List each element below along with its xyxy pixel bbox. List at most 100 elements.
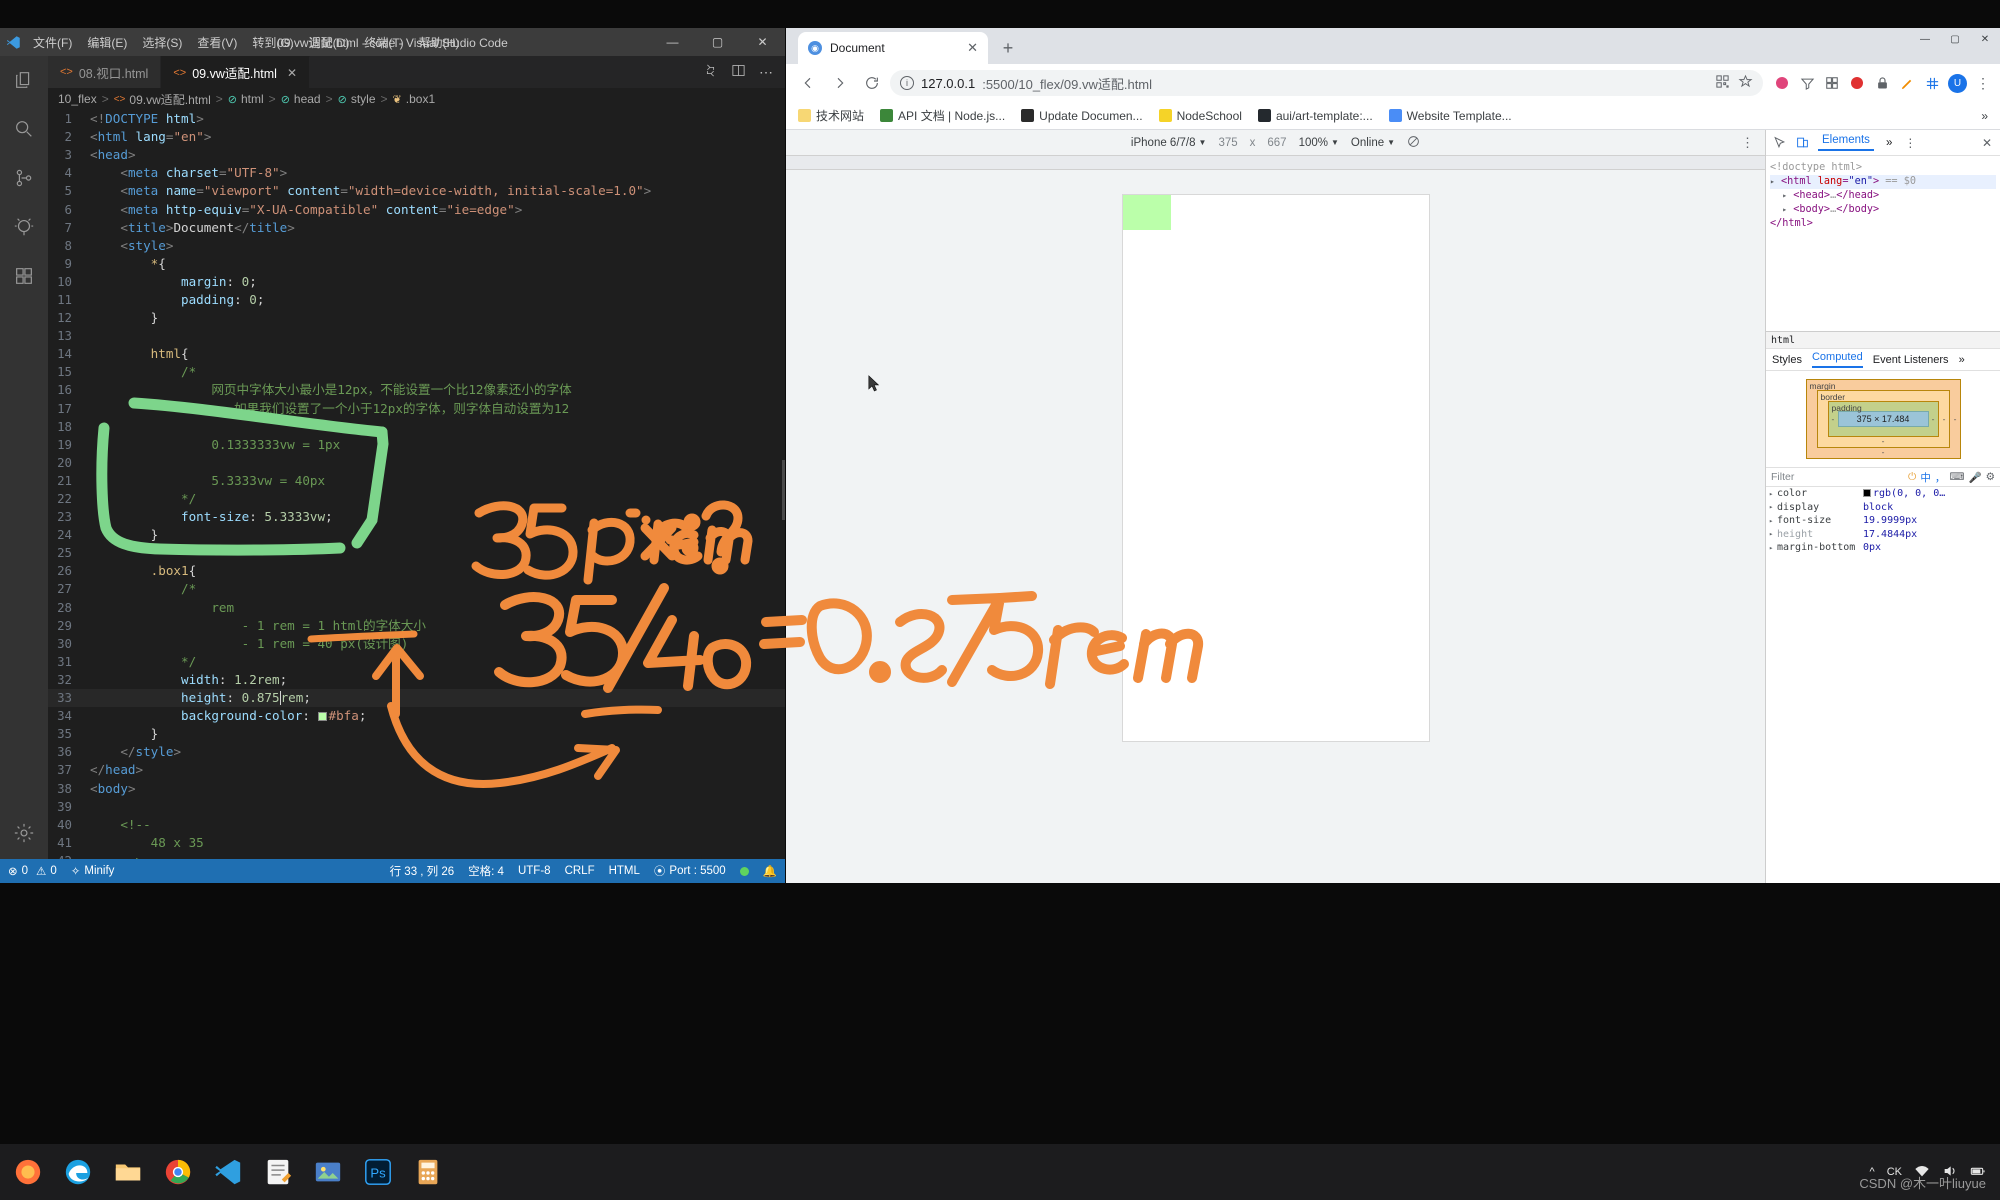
extension-filter-icon[interactable] xyxy=(1798,74,1816,92)
code-line[interactable]: 39 xyxy=(48,798,785,816)
bookmark-item[interactable]: aui/art-template:... xyxy=(1257,109,1373,123)
new-tab-button[interactable]: + xyxy=(994,34,1022,62)
editor-tab-09[interactable]: <> 09.vw适配.html ✕ xyxy=(161,56,310,88)
vscode-maximize-button[interactable]: ▢ xyxy=(695,28,740,56)
breadcrumb-style[interactable]: ⊘ style xyxy=(338,92,376,106)
menu-debug[interactable]: 调试(D) xyxy=(302,31,357,54)
device-toolbar[interactable]: iPhone 6/7/8 ▼ 375 x 667 100% ▼ Online ▼ xyxy=(786,130,1765,156)
site-info-icon[interactable]: i xyxy=(900,76,914,90)
editor-tab-actions[interactable]: ⋯ xyxy=(703,56,785,88)
dom-tree-node[interactable]: </html> xyxy=(1770,217,1996,231)
code-line[interactable]: 2 <html lang="en"> xyxy=(48,128,785,146)
code-line[interactable]: 25 xyxy=(48,544,785,562)
code-line[interactable]: 7 <title>Document</title> xyxy=(48,219,785,237)
extension-translate-icon[interactable] xyxy=(1773,74,1791,92)
live-server-port[interactable]: ⦿ Port : 5500 xyxy=(654,863,726,879)
code-line[interactable]: 15 /* xyxy=(48,363,785,381)
computed-styles-list[interactable]: ▸ color rgb(0, 0, 0… ▸ display block ▸ font-siz… xyxy=(1766,487,2000,883)
menu-selection[interactable]: 选择(S) xyxy=(135,31,189,54)
inspect-element-icon[interactable] xyxy=(1772,135,1787,150)
code-line[interactable]: 12 } xyxy=(48,309,785,327)
breadcrumb-head[interactable]: ⊘ head xyxy=(281,92,321,106)
taskbar-file-explorer-icon[interactable] xyxy=(106,1150,150,1194)
styles-more-tabs-icon[interactable]: » xyxy=(1959,354,1965,366)
code-line[interactable]: 30 - 1 rem = 40 px(设计图) xyxy=(48,635,785,653)
code-line[interactable]: 3 <head> xyxy=(48,146,785,164)
close-icon[interactable]: ✕ xyxy=(967,40,978,56)
devtools-close-icon[interactable]: ✕ xyxy=(1982,136,1994,150)
close-icon[interactable]: ✕ xyxy=(287,66,297,80)
code-line[interactable]: 42 --> xyxy=(48,852,785,859)
code-line[interactable]: 13 xyxy=(48,327,785,345)
throttle-selector[interactable]: Online ▼ xyxy=(1351,137,1395,149)
computed-property-row[interactable]: ▸ color rgb(0, 0, 0… xyxy=(1766,487,2000,501)
code-line[interactable]: 28 rem xyxy=(48,599,785,617)
filter-input[interactable]: Filter xyxy=(1771,471,1794,483)
code-lines-container[interactable]: 1 <!DOCTYPE html> 2 <html lang="en"> 3 <head>… xyxy=(48,110,785,859)
cursor-position[interactable]: 行 33 , 列 26 xyxy=(390,863,455,879)
devtools-more-tabs-icon[interactable]: » xyxy=(1882,137,1896,149)
back-button[interactable] xyxy=(794,69,822,97)
minify-button[interactable]: ✧ Minify xyxy=(71,864,115,878)
breadcrumb-box1[interactable]: ❦ .box1 xyxy=(393,92,436,106)
code-line[interactable]: 23 font-size: 5.3333vw; xyxy=(48,508,785,526)
bookmarks-bar[interactable]: 技术网站 API 文档 | Node.js... Update Documen...… xyxy=(786,102,2000,130)
zoom-selector[interactable]: 100% ▼ xyxy=(1299,137,1339,149)
breadcrumb-file[interactable]: <> 09.vw适配.html xyxy=(114,91,211,108)
indentation[interactable]: 空格: 4 xyxy=(468,863,504,879)
bookmark-item[interactable]: API 文档 | Node.js... xyxy=(880,107,1005,124)
code-line[interactable]: 4 <meta charset="UTF-8"> xyxy=(48,164,785,182)
computed-property-row[interactable]: ▸ height 17.4844px xyxy=(1766,528,2000,542)
encoding[interactable]: UTF-8 xyxy=(518,865,551,877)
code-line[interactable]: 21 5.3333vw = 40px xyxy=(48,472,785,490)
run-debug-icon[interactable] xyxy=(8,211,40,243)
code-line[interactable]: 18 xyxy=(48,418,785,436)
dom-tree-node[interactable]: ▸ <body>…</body> xyxy=(1770,203,1996,217)
code-line[interactable]: 20 xyxy=(48,454,785,472)
taskbar-vscode-icon[interactable] xyxy=(206,1150,250,1194)
problems-indicator[interactable]: ⊗ 0 ⚠ 0 xyxy=(8,864,57,878)
reload-button[interactable] xyxy=(858,69,886,97)
code-line[interactable]: 19 0.1333333vw = 1px xyxy=(48,436,785,454)
computed-property-row[interactable]: ▸ margin-bottom 0px xyxy=(1766,541,2000,555)
code-line[interactable]: 9 *{ xyxy=(48,255,785,273)
device-width-input[interactable]: 375 xyxy=(1218,137,1237,149)
split-editor-icon[interactable] xyxy=(731,63,746,81)
code-line[interactable]: 24 } xyxy=(48,526,785,544)
code-line[interactable]: 33 height: 0.875rem; xyxy=(48,689,785,708)
menu-go[interactable]: 转到(G) xyxy=(245,31,300,54)
extension-grid-icon[interactable] xyxy=(1823,74,1841,92)
code-line[interactable]: 26 .box1{ xyxy=(48,562,785,580)
search-icon[interactable] xyxy=(8,113,40,145)
extensions-icon[interactable] xyxy=(8,260,40,292)
taskbar-editor-icon[interactable] xyxy=(256,1150,300,1194)
forward-button[interactable] xyxy=(826,69,854,97)
code-line[interactable]: 17 如果我们设置了一个小于12px的字体，则字体自动设置为12 xyxy=(48,400,785,418)
code-line[interactable]: 35 } xyxy=(48,725,785,743)
menu-terminal[interactable]: 终端(T) xyxy=(357,31,410,54)
code-line[interactable]: 11 padding: 0; xyxy=(48,291,785,309)
code-line[interactable]: 40 <!-- xyxy=(48,816,785,834)
editor-tab-08[interactable]: <> 08.视口.html xyxy=(48,56,162,88)
extension-lastpass-icon[interactable] xyxy=(1873,74,1891,92)
vscode-menubar[interactable]: 文件(F) 编辑(E) 选择(S) 查看(V) 转到(G) 调试(D) 终端(T… xyxy=(26,31,466,54)
expand-triangle-icon[interactable]: ▸ xyxy=(1769,530,1777,538)
bookmark-item[interactable]: NodeSchool xyxy=(1158,109,1242,123)
editor-tab-bar[interactable]: <> 08.视口.html <> 09.vw适配.html ✕ ⋯ xyxy=(48,56,785,88)
computed-filter-row[interactable]: Filter ⏻ 中 ， ⌨ 🎤 ⚙ xyxy=(1766,467,2000,487)
code-line[interactable]: 14 html{ xyxy=(48,345,785,363)
menu-file[interactable]: 文件(F) xyxy=(26,31,79,54)
taskbar-image-viewer-icon[interactable] xyxy=(306,1150,350,1194)
rendered-page[interactable] xyxy=(1122,195,1429,741)
dom-tree[interactable]: <!doctype html> ▸ <html lang="en"> == $0 … xyxy=(1766,156,2000,331)
bookmark-star-icon[interactable] xyxy=(1738,74,1753,92)
windows-taskbar[interactable]: Ps ^ CK CSDN @木一叶liuyue xyxy=(0,1144,2000,1200)
expand-triangle-icon[interactable]: ▸ xyxy=(1769,503,1777,511)
expand-triangle-icon[interactable]: ▸ xyxy=(1769,490,1777,498)
code-line[interactable]: 22 */ xyxy=(48,490,785,508)
taskbar-firefox-icon[interactable] xyxy=(6,1150,50,1194)
notifications-bell-icon[interactable]: 🔔 xyxy=(763,864,777,878)
code-line[interactable]: 31 */ xyxy=(48,653,785,671)
settings-gear-icon[interactable] xyxy=(8,817,40,849)
code-line[interactable]: 10 margin: 0; xyxy=(48,273,785,291)
